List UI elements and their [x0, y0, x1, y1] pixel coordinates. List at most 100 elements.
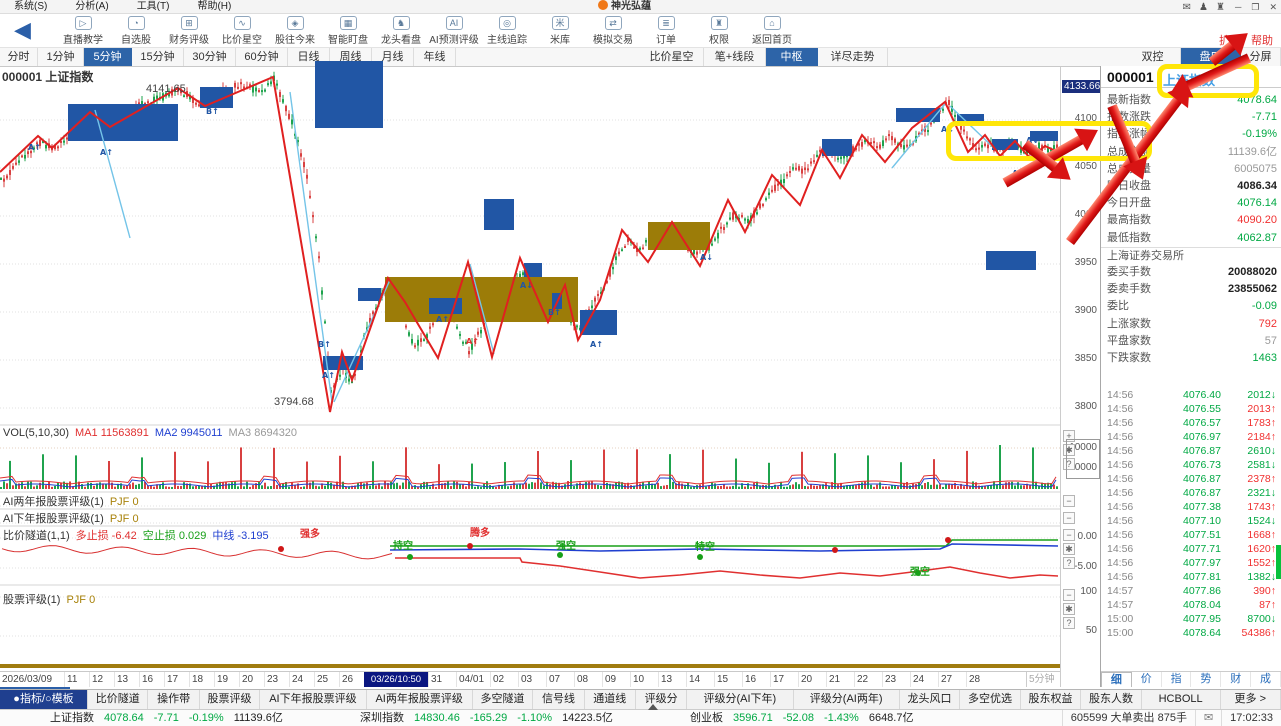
- volume-bar: [855, 485, 857, 489]
- pane-collapse-button[interactable]: −: [1063, 589, 1075, 601]
- indicator-tab[interactable]: 龙头风口: [900, 690, 960, 709]
- candle-body: [1035, 147, 1037, 149]
- candle-body: [873, 141, 875, 143]
- pane-help-button[interactable]: ?: [1063, 557, 1075, 569]
- indicator-tab[interactable]: 操作带: [148, 690, 199, 709]
- indicator-tab[interactable]: 通道线: [585, 690, 636, 709]
- indicator-tab[interactable]: 多空优选: [960, 690, 1020, 709]
- time-axis-item[interactable]: 02: [490, 672, 518, 687]
- candle-body: [984, 144, 986, 146]
- quote-mini-tab-成[interactable]: 成: [1251, 672, 1281, 687]
- tunnel-sell-dot: [697, 554, 703, 560]
- volume-bar: [654, 484, 656, 489]
- time-axis-item[interactable]: 2026/03/09: [0, 672, 64, 687]
- volume-bar: [1053, 485, 1055, 489]
- time-axis-item[interactable]: 16: [139, 672, 164, 687]
- collapse-caret-icon[interactable]: [648, 704, 658, 710]
- time-axis-item[interactable]: 11: [64, 672, 89, 687]
- candle-body: [9, 170, 11, 175]
- indicator-tab[interactable]: 股东人数: [1081, 690, 1141, 709]
- indicator-tab[interactable]: 比价隧道: [88, 690, 148, 709]
- pane-collapse-button[interactable]: −: [1063, 529, 1075, 541]
- time-axis-item[interactable]: 24: [289, 672, 314, 687]
- time-axis-item[interactable]: 25: [314, 672, 339, 687]
- time-axis-item[interactable]: 12: [89, 672, 114, 687]
- chart-symbol-label: 000001 上证指数: [2, 68, 93, 85]
- pane-collapse-button[interactable]: −: [1063, 512, 1075, 524]
- time-axis-item[interactable]: 21: [826, 672, 854, 687]
- quote-mini-tab-价[interactable]: 价: [1132, 672, 1162, 687]
- tick-time: 14:56: [1107, 416, 1133, 430]
- time-axis-item[interactable]: 09: [602, 672, 630, 687]
- quote-mini-tab-财[interactable]: 财: [1221, 672, 1251, 687]
- symbol-name[interactable]: 上证指数: [1163, 70, 1215, 89]
- volume-bar: [192, 486, 194, 489]
- time-axis-item[interactable]: 14: [686, 672, 714, 687]
- tick-row: 14:564077.711620↑: [1101, 542, 1281, 556]
- indicator-tab[interactable]: 更多 >: [1221, 690, 1281, 709]
- volume-bar: [870, 485, 872, 489]
- indicator-tab[interactable]: 信号线: [533, 690, 584, 709]
- time-axis-item[interactable]: 17: [164, 672, 189, 687]
- indicator-tab[interactable]: 评级分(AI下年): [687, 690, 793, 709]
- pane-header-2: AI两年报股票评级(1)PJF 0: [3, 493, 145, 509]
- pane-settings-button[interactable]: ✱: [1063, 603, 1075, 615]
- time-axis-item[interactable]: 15: [714, 672, 742, 687]
- quote-mini-tab-指[interactable]: 指: [1162, 672, 1192, 687]
- candle-body: [156, 96, 158, 99]
- indicator-tab[interactable]: AI两年报股票评级: [367, 690, 473, 709]
- candle-body: [810, 161, 812, 163]
- quote-mini-tab-细[interactable]: 细: [1101, 672, 1132, 687]
- time-axis-item[interactable]: 07: [546, 672, 574, 687]
- time-axis[interactable]: 2026/03/0911121316171819202324252603/26/…: [0, 671, 1060, 687]
- time-axis-item[interactable]: 03: [518, 672, 546, 687]
- tick-volume: 1743↑: [1247, 500, 1276, 514]
- time-axis-item[interactable]: 13: [658, 672, 686, 687]
- time-axis-item[interactable]: 04/01: [456, 672, 490, 687]
- pane-header-3: AI下年报股票评级(1)PJF 0: [3, 510, 145, 526]
- indicator-tab[interactable]: 股票评级: [200, 690, 260, 709]
- mail-icon[interactable]: ✉: [1195, 710, 1221, 726]
- candle-body: [804, 168, 806, 171]
- time-axis-item[interactable]: 20: [798, 672, 826, 687]
- time-axis-item[interactable]: 23: [882, 672, 910, 687]
- time-axis-item[interactable]: 16: [742, 672, 770, 687]
- time-axis-item[interactable]: 23: [264, 672, 289, 687]
- time-axis-item[interactable]: 10: [630, 672, 658, 687]
- time-axis-item[interactable]: 20: [239, 672, 264, 687]
- pane-settings-button[interactable]: ✱: [1063, 543, 1075, 555]
- volume-bar: [318, 486, 320, 489]
- volume-bar: [402, 483, 404, 489]
- indicator-tab[interactable]: 股东权益: [1021, 690, 1081, 709]
- time-axis-item[interactable]: 22: [854, 672, 882, 687]
- candle-body: [720, 227, 722, 229]
- time-axis-item[interactable]: 31: [428, 672, 456, 687]
- vertical-scrollbar[interactable]: [1276, 545, 1281, 579]
- indicator-tab[interactable]: 评级分: [636, 690, 687, 709]
- indicator-tab[interactable]: HCBOLL: [1142, 690, 1221, 709]
- axis-tick-label: 100: [1080, 586, 1097, 597]
- time-axis-item[interactable]: 08: [574, 672, 602, 687]
- time-axis-item[interactable]: 13: [114, 672, 139, 687]
- pane-help-button[interactable]: ?: [1063, 617, 1075, 629]
- time-axis-item[interactable]: 26: [339, 672, 364, 687]
- indicator-tab[interactable]: ●指标/○模板: [0, 690, 88, 709]
- time-axis-item[interactable]: 28: [966, 672, 994, 687]
- time-axis-item[interactable]: 18: [189, 672, 214, 687]
- volume-bar: [177, 486, 179, 489]
- volume-bar: [363, 483, 365, 489]
- time-axis-item[interactable]: 24: [910, 672, 938, 687]
- candle-body: [411, 339, 413, 343]
- time-axis-item[interactable]: 19: [214, 672, 239, 687]
- time-axis-item[interactable]: 17: [770, 672, 798, 687]
- candle-body: [786, 174, 788, 176]
- candle-body: [591, 306, 593, 309]
- volume-bar: [828, 486, 830, 489]
- time-axis-item[interactable]: 27: [938, 672, 966, 687]
- central-zone-rect: [484, 199, 514, 230]
- indicator-tab[interactable]: AI下年报股票评级: [260, 690, 366, 709]
- indicator-tab[interactable]: 多空隧道: [473, 690, 533, 709]
- pane-collapse-button[interactable]: −: [1063, 495, 1075, 507]
- indicator-tab[interactable]: 评级分(AI两年): [794, 690, 900, 709]
- quote-mini-tab-势[interactable]: 势: [1191, 672, 1221, 687]
